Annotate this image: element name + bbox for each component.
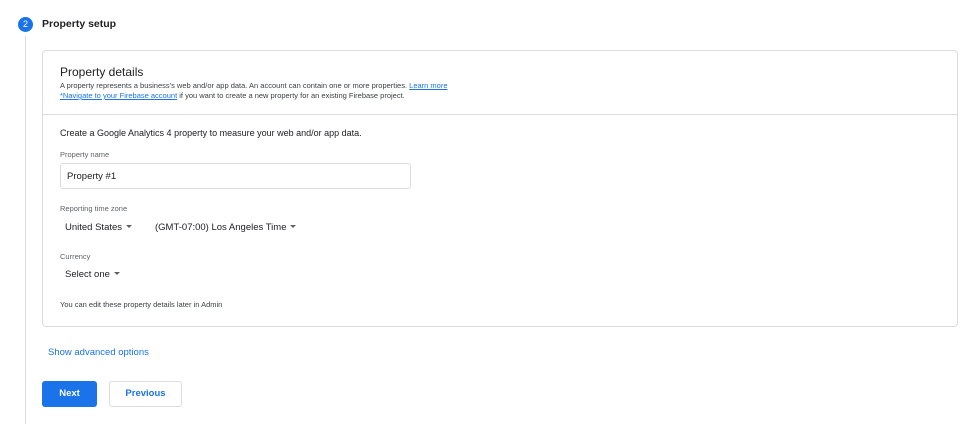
stepper-line	[25, 36, 26, 424]
step-number-badge: 2	[18, 17, 33, 32]
currency-label: Currency	[60, 252, 91, 261]
timezone-label: Reporting time zone	[60, 204, 128, 213]
previous-button[interactable]: Previous	[109, 381, 182, 407]
edit-later-note: You can edit these property details late…	[60, 300, 223, 309]
card-description: A property represents a business's web a…	[60, 81, 957, 101]
timezone-value: (GMT-07:00) Los Angeles Time	[155, 222, 287, 233]
timezone-dropdown[interactable]: (GMT-07:00) Los Angeles Time	[155, 222, 297, 233]
show-advanced-options-link[interactable]: Show advanced options	[48, 347, 149, 358]
currency-dropdown[interactable]: Select one	[65, 269, 120, 280]
property-name-label: Property name	[60, 150, 110, 159]
currency-value: Select one	[65, 269, 110, 280]
step-title: Property setup	[42, 18, 117, 30]
country-dropdown[interactable]: United States	[65, 222, 133, 233]
card-description-text: A property represents a business's web a…	[60, 81, 408, 90]
card-header: Property details A property represents a…	[43, 51, 957, 115]
caret-down-icon	[113, 272, 120, 275]
firebase-account-link[interactable]: *Navigate to your Firebase account	[60, 91, 177, 100]
card-description-rest: if you want to create a new property for…	[177, 91, 405, 100]
caret-down-icon	[126, 225, 133, 228]
form-lead-text: Create a Google Analytics 4 property to …	[60, 128, 362, 138]
learn-more-link[interactable]: Learn more	[409, 81, 447, 90]
country-value: United States	[65, 222, 123, 233]
caret-down-icon	[290, 225, 297, 228]
property-details-card: Property details A property represents a…	[42, 50, 958, 327]
card-title: Property details	[60, 65, 144, 79]
next-button[interactable]: Next	[42, 381, 97, 407]
property-name-input[interactable]: Property #1	[60, 163, 411, 189]
